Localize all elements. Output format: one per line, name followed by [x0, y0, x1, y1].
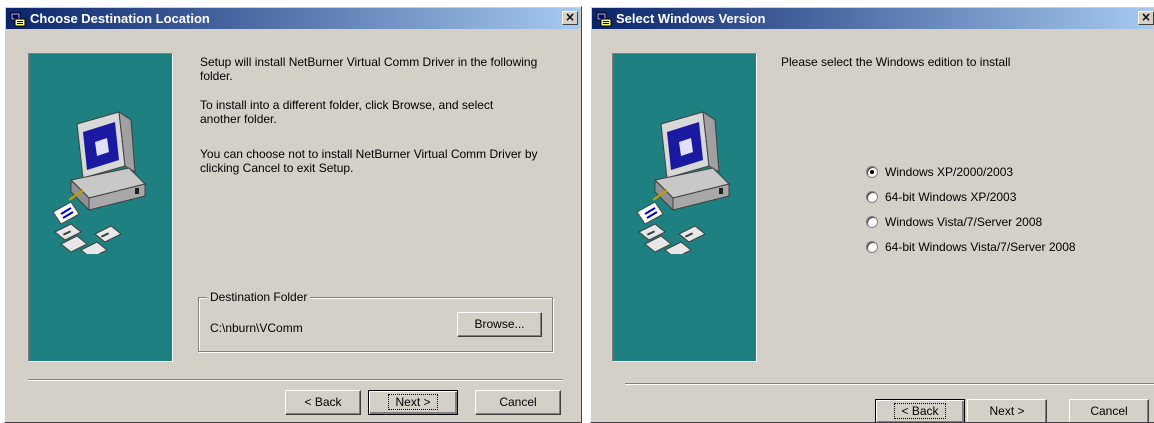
computer-with-disks-icon	[636, 110, 730, 254]
cancel-hint-line2: clicking Cancel to exit Setup.	[200, 161, 354, 175]
banner-panel	[28, 53, 173, 362]
radio-label: Windows XP/2000/2003	[885, 165, 1014, 179]
install-message-line2: folder.	[200, 69, 233, 83]
browse-button[interactable]: Browse...	[457, 312, 542, 337]
browse-hint-line1: To install into a different folder, clic…	[200, 98, 494, 112]
next-button[interactable]: Next >	[368, 390, 458, 415]
radio-button[interactable]	[866, 216, 878, 228]
radio-label: 64-bit Windows Vista/7/Server 2008	[885, 240, 1076, 254]
installer-app-icon	[10, 12, 26, 27]
back-button[interactable]: < Back	[285, 390, 361, 415]
radio-button[interactable]	[866, 241, 878, 253]
select-prompt: Please select the Windows edition to ins…	[781, 55, 1011, 69]
cancel-button[interactable]: Cancel	[475, 390, 561, 415]
banner-panel	[612, 53, 757, 362]
browse-hint-line2: another folder.	[200, 112, 277, 126]
cancel-button-label: Cancel	[1090, 404, 1128, 418]
title-bar[interactable]: Select Windows Version ×	[592, 8, 1154, 29]
group-label: Destination Folder	[207, 290, 311, 304]
radio-label: 64-bit Windows XP/2003	[885, 190, 1017, 204]
radio-option-vista64[interactable]: 64-bit Windows Vista/7/Server 2008	[866, 239, 1076, 255]
radio-option-vista[interactable]: Windows Vista/7/Server 2008	[866, 214, 1042, 230]
next-button-label: Next >	[388, 394, 438, 410]
window-title: Select Windows Version	[616, 11, 766, 26]
radio-option-xp[interactable]: Windows XP/2000/2003	[866, 164, 1013, 180]
destination-folder-group: Destination Folder C:\nburn\VComm Browse…	[198, 290, 553, 352]
installer-app-icon	[596, 12, 612, 27]
computer-with-disks-icon	[52, 110, 146, 254]
destination-path: C:\nburn\VComm	[210, 321, 303, 335]
radio-button[interactable]	[866, 191, 878, 203]
cancel-button[interactable]: Cancel	[1069, 399, 1149, 422]
back-button-label: < Back	[894, 403, 946, 419]
select-windows-version-dialog: Select Windows Version × Please select t…	[590, 6, 1154, 423]
radio-button[interactable]	[866, 166, 878, 178]
separator	[625, 383, 1154, 385]
cancel-hint-line1: You can choose not to install NetBurner …	[200, 147, 538, 161]
cancel-button-label: Cancel	[499, 395, 537, 409]
title-bar[interactable]: Choose Destination Location ×	[6, 8, 580, 29]
separator	[28, 379, 563, 381]
browse-button-label: Browse...	[474, 317, 525, 331]
radio-label: Windows Vista/7/Server 2008	[885, 215, 1043, 229]
choose-destination-dialog: Choose Destination Location × Setup will…	[4, 6, 582, 423]
next-button-label: Next >	[989, 404, 1025, 418]
window-title: Choose Destination Location	[30, 11, 210, 26]
back-button-label: < Back	[304, 395, 342, 409]
install-message-line1: Setup will install NetBurner Virtual Com…	[200, 55, 538, 69]
next-button[interactable]: Next >	[967, 399, 1047, 422]
close-button[interactable]: ×	[562, 11, 578, 25]
radio-option-xp64[interactable]: 64-bit Windows XP/2003	[866, 189, 1016, 205]
close-button[interactable]: ×	[1138, 11, 1154, 25]
back-button[interactable]: < Back	[875, 399, 965, 422]
